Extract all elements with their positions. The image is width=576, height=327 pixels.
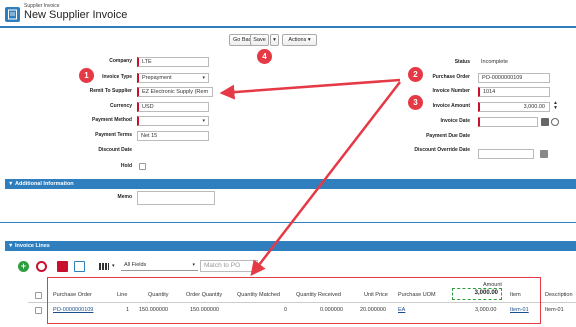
callout-badge-1: 1 [79, 68, 94, 83]
callout-arrows [219, 78, 401, 276]
callout-badge-3: 3 [408, 95, 423, 110]
callout-badge-4: 4 [257, 49, 272, 64]
callout-badge-2: 2 [408, 67, 423, 82]
arrow-to-grid [250, 81, 401, 276]
arrow-to-remit [219, 78, 401, 100]
